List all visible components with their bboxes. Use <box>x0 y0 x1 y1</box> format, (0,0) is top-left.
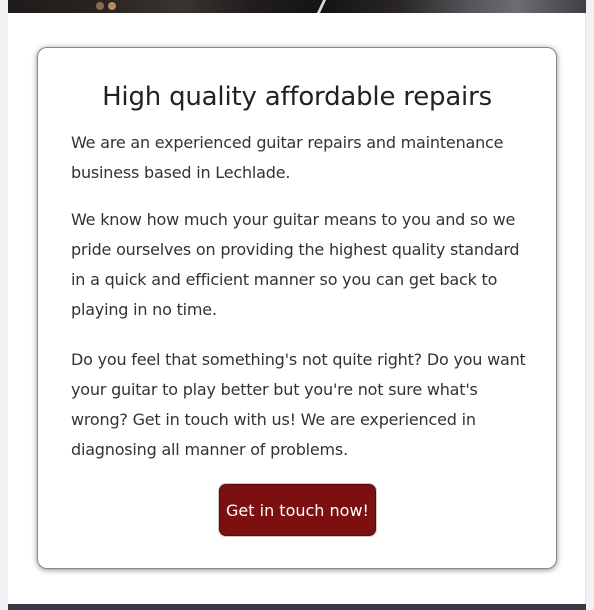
card-title: High quality affordable repairs <box>102 82 492 112</box>
repairs-info-card: High quality affordable repairs We are a… <box>37 47 557 569</box>
footer-strip <box>8 604 586 610</box>
diagnosis-paragraph: Do you feel that something's not quite r… <box>71 350 526 459</box>
left-page-border <box>0 0 8 610</box>
hero-image-strip <box>8 0 586 13</box>
guitar-detail-glint <box>108 2 116 10</box>
quality-paragraph: We know how much your guitar means to yo… <box>71 210 520 319</box>
page: High quality affordable repairs We are a… <box>0 0 594 610</box>
right-page-border <box>585 0 594 610</box>
get-in-touch-button[interactable]: Get in touch now! <box>219 484 376 536</box>
guitar-string-highlight <box>316 0 327 13</box>
intro-paragraph: We are an experienced guitar repairs and… <box>71 133 504 182</box>
guitar-detail-glint <box>96 2 104 10</box>
